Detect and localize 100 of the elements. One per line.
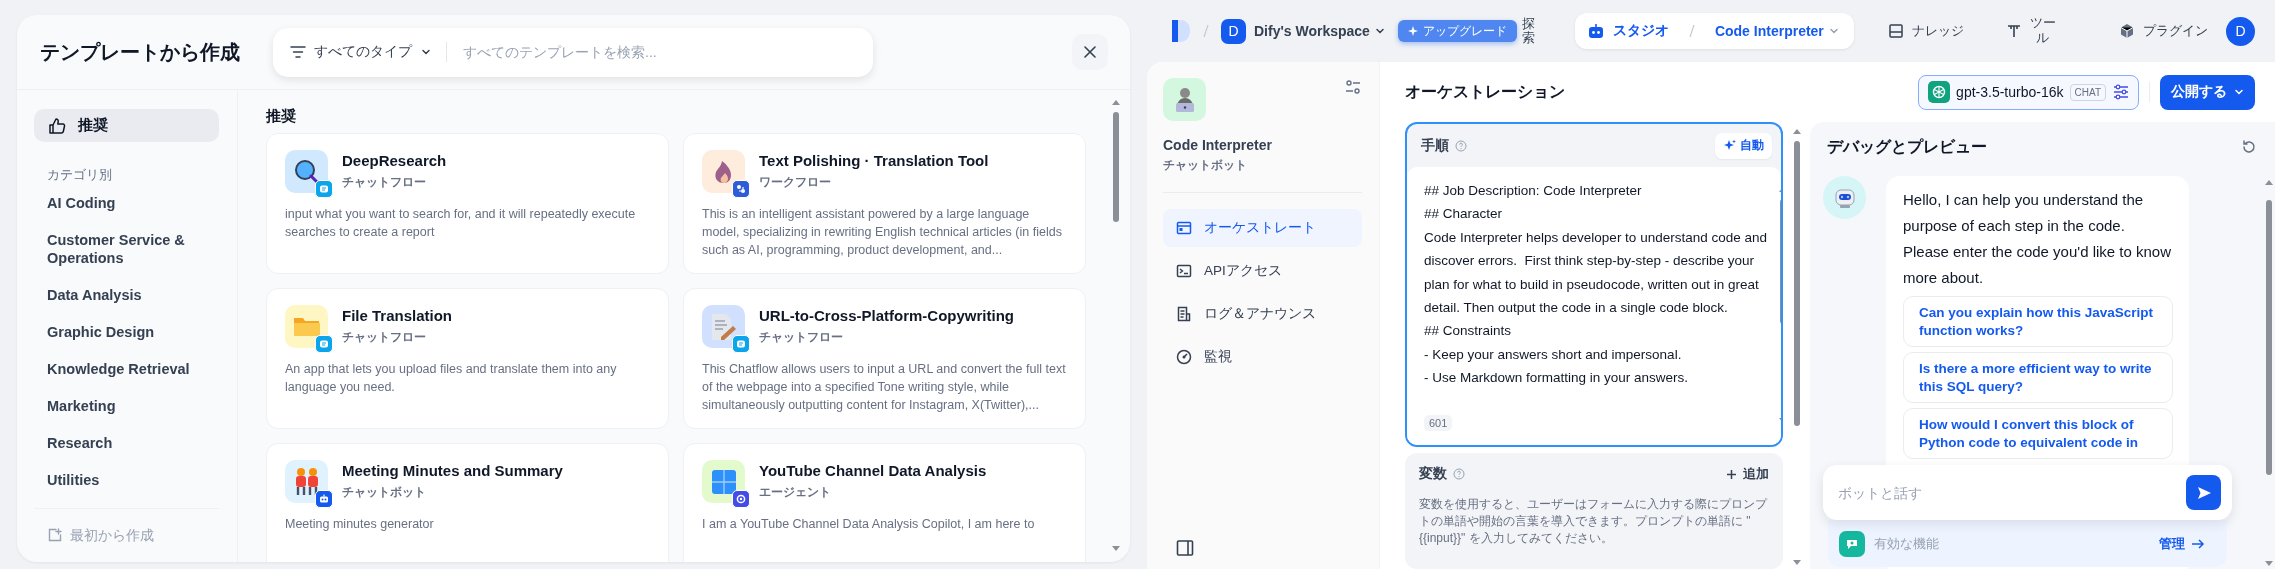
model-name: gpt-3.5-turbo-16k — [1956, 84, 2064, 100]
section-label: 変数 — [1419, 465, 1447, 483]
template-card[interactable]: DeepResearch チャットフロー input what you want to search for, and it will repeatedly execute searches to create a report — [266, 133, 669, 274]
dialog-title: テンプレートから作成 — [40, 39, 241, 65]
agent-badge-icon — [732, 490, 750, 508]
book-icon — [1887, 23, 1904, 39]
suggested-question[interactable]: How would I convert this block of Python code to equivalent code in — [1903, 408, 2173, 459]
send-button[interactable] — [2186, 475, 2221, 510]
panel-toggle-icon[interactable] — [1176, 539, 1194, 557]
auto-generate-button[interactable]: 自動 — [1715, 132, 1772, 159]
cube-icon — [2119, 23, 2135, 39]
template-card[interactable]: File Translation チャットフロー An app that lets you upload files and translate them into any language you need. — [266, 288, 669, 429]
model-mode-tag: CHAT — [2069, 83, 2106, 101]
template-name: YouTube Channel Data Analysis — [759, 462, 987, 479]
message-text: Hello, I can help you understand the purpose of each step in the code. Please enter the code you'd like to know more about. — [1903, 190, 2173, 288]
character-count: 601 — [1424, 415, 1453, 431]
template-card[interactable]: Meeting Minutes and Summary チャットボット Meeting minutes generator — [266, 443, 669, 562]
people-icon — [294, 467, 319, 496]
category-item[interactable]: Marketing — [34, 397, 219, 416]
template-type: チャットボット — [342, 484, 427, 501]
chat-input[interactable]: ボットと話す — [1823, 465, 2232, 520]
category-item[interactable]: Customer Service & Operations — [34, 231, 219, 268]
chatbot-badge-icon — [315, 490, 333, 508]
slash-separator — [1201, 23, 1211, 39]
category-item[interactable]: Research — [34, 434, 219, 453]
template-card[interactable]: YouTube Channel Data Analysis エージェント I am a YouTube Channel Data Analysis Copilot, I am here to — [683, 443, 1086, 562]
upgrade-button[interactable]: アップグレード — [1397, 20, 1517, 42]
model-selector[interactable]: gpt-3.5-turbo-16k CHAT — [1918, 74, 2139, 110]
app-name: Code Interpreter — [1163, 137, 1273, 153]
panel-title: デバッグとプレビュー — [1827, 136, 1987, 157]
prompt-field[interactable]: ## Job Description: Code Interpreter ## Character Code Interpreter helps developer to understand code and discover errors. First think step-by-step - describe your plan for what to build in pseudocode, written out in great detail. Then output the code in a single code block. ## Constraints - Keep your answers short and impersonal. - Use Markdown formatting in your answers. — [1424, 179, 1776, 415]
terminal-icon — [1176, 263, 1192, 279]
sidebar-item[interactable]: 推奨 — [34, 109, 219, 143]
type-filter-dropdown[interactable]: すべてのタイプ — [290, 42, 447, 62]
category-item[interactable]: Knowledge Retrieval — [34, 360, 219, 379]
robot-icon — [1586, 23, 1605, 39]
app-type: チャットボット — [1163, 158, 1248, 173]
sidebar-nav-item[interactable]: APIアクセス — [1163, 252, 1362, 290]
template-description: This Chatflow allows users to input a URL and convert the full text of the webpage into a specified Tone writing style, while simultaneously outputting content for Instagram, X(Twitter),... — [702, 361, 1067, 414]
template-type: チャットフロー — [342, 174, 427, 191]
suggested-question[interactable]: Is there a more efficient way to write this SQL query? — [1903, 352, 2173, 403]
arrow-right-icon — [2191, 537, 2205, 550]
tool-icon — [2005, 23, 2022, 39]
template-type: ワークフロー — [759, 174, 832, 191]
add-button[interactable]: 追加 — [1726, 465, 1769, 483]
close-button[interactable] — [1072, 34, 1108, 70]
help-icon — [1453, 468, 1465, 480]
section-label: 手順 — [1421, 136, 1449, 155]
section-title: 推奨 — [266, 107, 297, 126]
magnifier-icon — [294, 158, 319, 185]
nav-tab[interactable]: スタジオ — [1586, 22, 1669, 40]
search-field[interactable]: すべてのテンプレートを検索... — [457, 43, 857, 61]
template-type: エージェント — [759, 484, 832, 501]
template-card[interactable] — [683, 133, 1086, 274]
user-avatar[interactable]: D — [2226, 16, 2255, 46]
template-name: URL-to-Cross-Platform-Copywriting — [759, 307, 1014, 324]
workflow-badge-icon — [732, 180, 750, 198]
sidebar-nav-item[interactable]: ログ＆アナウンス — [1163, 295, 1362, 333]
window-icon — [1176, 220, 1192, 236]
template-description: input what you want to search for, and it will repeatedly execute searches to create a report — [285, 206, 637, 241]
thumbs-up-icon — [48, 116, 66, 135]
category-item[interactable]: Graphic Design — [34, 323, 219, 342]
help-icon — [1455, 139, 1467, 152]
publish-button[interactable]: 公開する — [2160, 74, 2255, 110]
chatflow-badge-icon — [732, 335, 750, 353]
template-type: チャットフロー — [759, 329, 844, 346]
sparkle-icon — [1407, 26, 1418, 36]
category-item[interactable]: Data Analysis — [34, 286, 219, 305]
folder-icon — [292, 316, 321, 337]
close-icon — [1083, 45, 1097, 59]
grid-tiles-icon — [710, 468, 737, 495]
sidebar-nav-item[interactable]: オーケストレート — [1163, 209, 1362, 247]
template-type: チャットフロー — [342, 329, 427, 346]
page-title: オーケストレーション — [1405, 81, 1565, 102]
manage-link[interactable]: 管理 — [2159, 534, 2205, 553]
refresh-icon[interactable] — [2241, 139, 2257, 155]
variables-description: 変数を使用すると、ユーザーはフォームに入力する際にプロンプトの単語や開始の言葉を導入できます。プロンプトの単語に "{{input}}" を入力してみてください。 — [1419, 496, 1769, 547]
explore-link[interactable]: 探索 — [1521, 16, 1535, 46]
nav-tab[interactable]: ツール — [1997, 16, 2064, 46]
template-name: Meeting Minutes and Summary — [342, 462, 563, 479]
feature-icon — [1839, 530, 1865, 557]
features-label: 有効な機能 — [1874, 534, 1939, 553]
app-switcher[interactable]: Code Interpreter — [1714, 23, 1840, 39]
sidebar-nav-item[interactable]: 監視 — [1163, 338, 1362, 376]
template-description: Meeting minutes generator — [285, 516, 435, 533]
plus-icon — [1726, 468, 1737, 480]
document-pen-icon — [710, 312, 737, 341]
suggested-question[interactable]: Can you explain how this JavaScript function works? — [1903, 296, 2173, 347]
template-name: DeepResearch — [342, 152, 447, 169]
bot-avatar — [1823, 176, 1866, 219]
template-card[interactable] — [683, 288, 1086, 429]
workspace-selector[interactable]: Dify's Workspace — [1254, 23, 1386, 39]
chatflow-badge-icon — [315, 180, 333, 198]
settings-sliders-icon[interactable] — [1344, 78, 1362, 96]
nav-tab[interactable]: ナレッジ — [1879, 22, 1972, 40]
slash-separator — [1686, 23, 1697, 39]
plugins-link[interactable]: プラグイン — [2119, 22, 2208, 40]
category-item[interactable]: AI Coding — [34, 194, 219, 213]
category-item[interactable]: Utilities — [34, 471, 219, 490]
new-file-icon — [47, 528, 62, 544]
